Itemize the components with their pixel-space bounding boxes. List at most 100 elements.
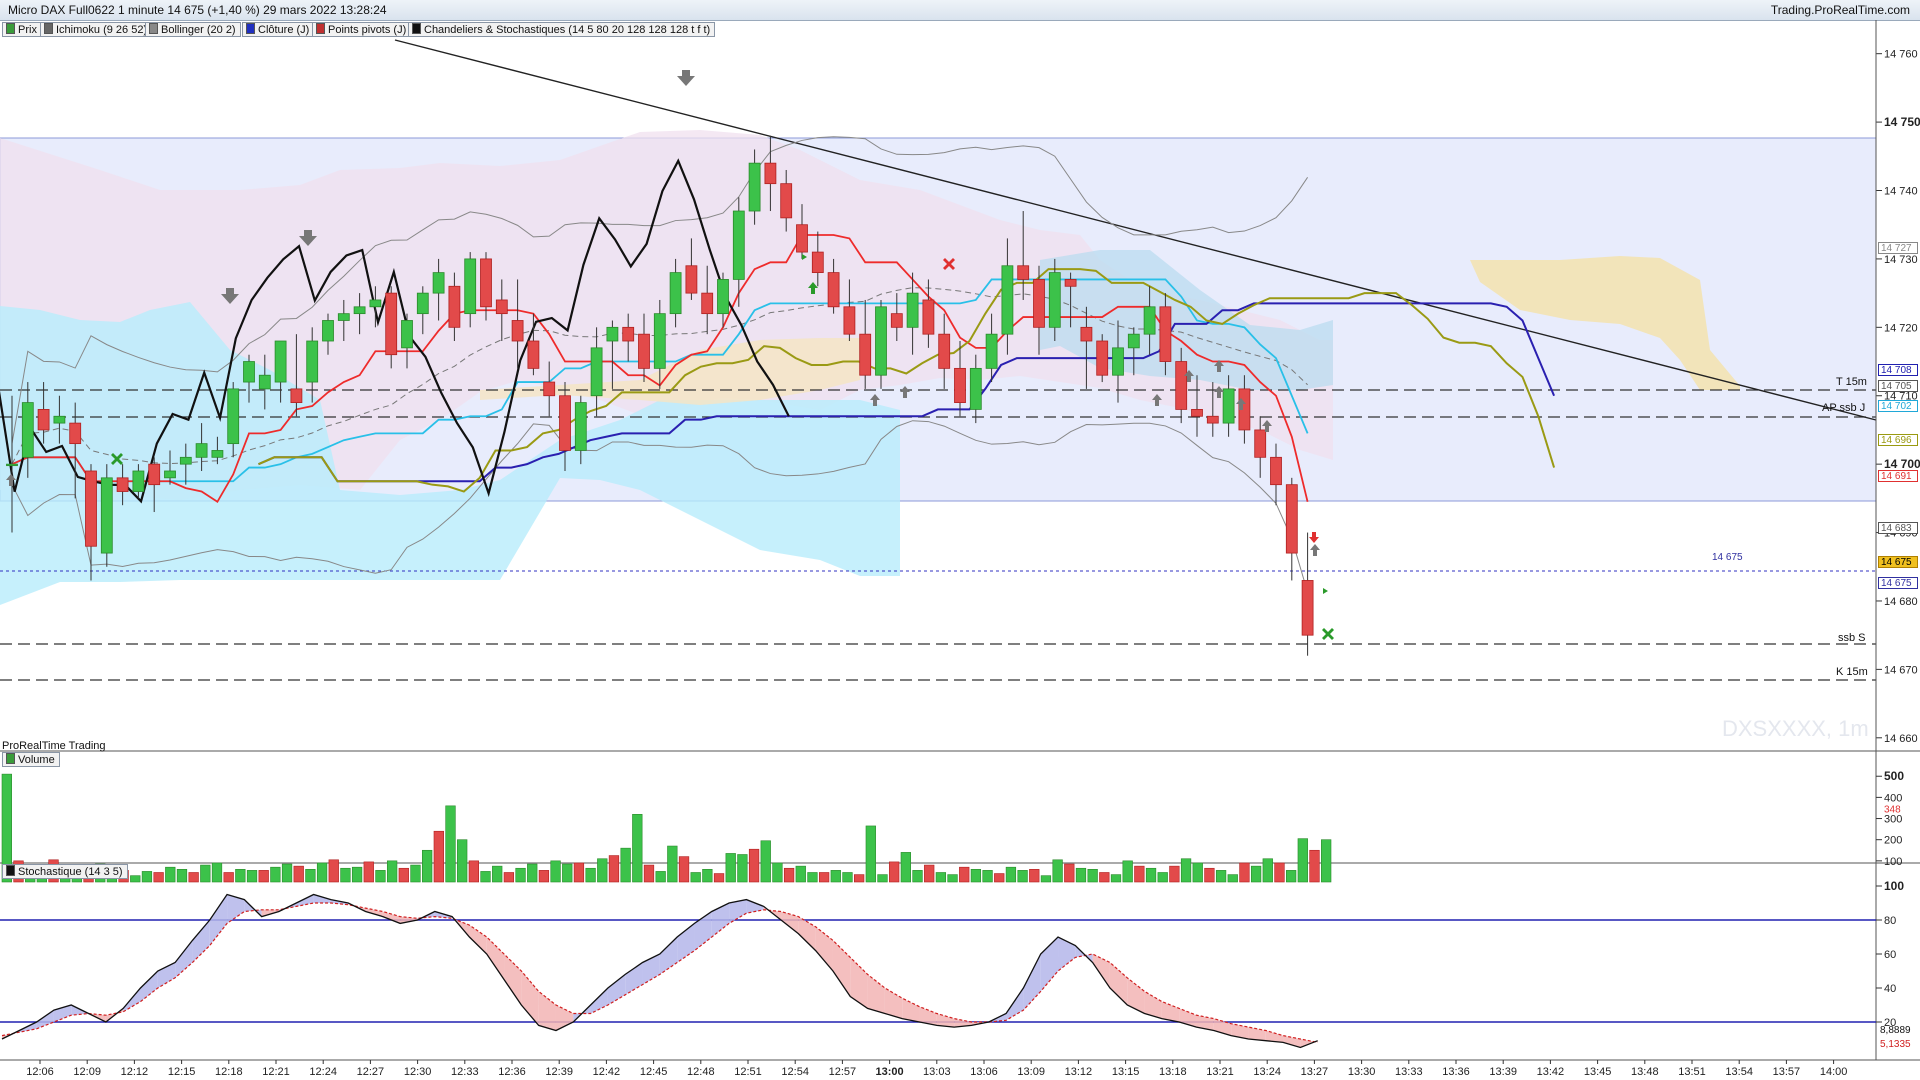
volume-bar [924,864,935,883]
volume-bar [608,855,620,883]
stoch-fill [1058,937,1076,971]
candle [859,333,872,376]
time-tick-label: 13:45 [1584,1066,1612,1078]
stoch-value-k: 8,8889 [1880,1025,1911,1036]
time-tick-label: 12:45 [640,1066,668,1078]
volume-bar [1274,862,1285,883]
volume-bar [725,853,736,883]
volume-bar [1215,870,1227,883]
volume-bar [632,814,643,883]
time-tick-label: 12:09 [73,1066,101,1078]
volume-bar [410,864,421,883]
stochastic-legend[interactable]: Stochastique (14 3 5) [2,864,128,879]
candle [243,361,255,383]
volume-bar [562,863,573,883]
volume-bar [1262,858,1273,883]
volume-bar [433,830,444,883]
candle [748,162,761,212]
volume-bar [900,852,911,883]
time-tick-label: 13:06 [970,1066,998,1078]
volume-legend[interactable]: Volume [2,752,60,767]
time-tick-label: 12:21 [262,1066,290,1078]
candle [306,340,319,383]
time-tick-label: 13:39 [1489,1066,1517,1078]
stoch-fill [209,894,228,946]
candle [369,299,382,308]
volume-bar [818,872,830,883]
color-swatch [6,753,15,764]
time-tick-label: 13:09 [1017,1066,1045,1078]
candle [1254,429,1267,458]
candle [464,258,477,315]
time-tick-label: 12:57 [829,1066,857,1078]
volume-bar [281,863,293,883]
candle [1001,265,1014,335]
volume-bar [503,872,515,883]
candle [416,292,429,315]
candle [827,272,840,308]
candle [1159,306,1172,362]
time-tick-label: 12:12 [121,1066,149,1078]
time-tick-label: 13:12 [1065,1066,1093,1078]
volume-bar [959,866,970,883]
volume-bar [422,849,433,883]
volume-bar [889,861,900,883]
volume-panel [1,773,1332,883]
volume-bar [737,854,748,883]
last-price-text: 14 675 [1712,552,1743,563]
stoch-fill [1092,954,1110,988]
candle [796,224,808,253]
time-tick-label: 13:48 [1631,1066,1659,1078]
time-axis: 12:06 12:09 12:12 12:15 12:18 12:21 12:24 12:27… [26,1060,1847,1078]
stoch-fill [711,903,730,937]
candle [401,320,413,349]
candle [53,415,66,424]
time-tick-label: 13:33 [1395,1066,1423,1078]
volume-bar [1122,860,1133,883]
volume-bar [1285,870,1297,883]
candle [906,292,919,328]
candle [811,251,824,273]
candle [85,470,97,547]
candle [574,402,587,451]
volume-bar [772,862,783,883]
volume-bar [1040,875,1052,883]
level-label-ssbs: ssb S [1838,632,1866,644]
time-tick-label: 12:36 [498,1066,526,1078]
price-label: 14 727 [1878,242,1918,254]
price-label: 14 683 [1878,522,1918,534]
time-tick-label: 12:39 [545,1066,573,1078]
volume-bar [211,862,223,883]
price-tick-label: 14 680 [1884,596,1918,608]
candle [37,409,50,431]
volume-bar [947,874,958,883]
time-tick-label: 13:30 [1348,1066,1376,1078]
stoch-fill [521,971,539,1026]
chart-canvas[interactable]: 14 76014 75014 74014 73014 72014 71014 7… [0,20,1920,1080]
volume-bar [1087,869,1098,883]
candle [480,258,492,308]
volume-bar [246,870,258,883]
candle [258,374,271,390]
candle [100,477,113,554]
volume-bar [748,848,760,883]
stoch-fill [850,957,868,1009]
candle [1285,484,1298,554]
candle [1175,361,1188,410]
volume-bar [235,869,246,883]
price-label: 14 696 [1878,434,1918,446]
time-tick-label: 13:51 [1678,1066,1706,1078]
candle [164,470,176,479]
time-tick-label: 13:15 [1112,1066,1140,1078]
candle [1064,279,1077,287]
candle [69,422,82,445]
volume-bar [620,847,631,883]
candle [685,265,698,294]
volume-bar [223,872,234,883]
candle [938,333,951,369]
volume-bar [1052,859,1063,883]
brand-label: Trading.ProRealTime.com [1770,3,1910,17]
stoch-fill [1283,1035,1301,1048]
volume-bar [351,866,363,883]
candle [780,183,793,219]
